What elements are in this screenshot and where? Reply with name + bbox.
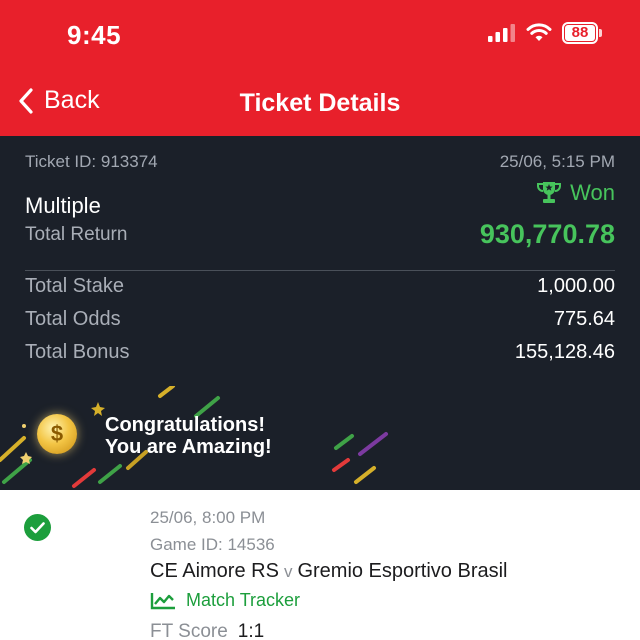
total-return-label: Total Return [25,224,128,245]
battery-icon: 88 [562,22,602,44]
ticket-summary: Ticket ID: 913374 25/06, 5:15 PM Won Mul… [0,136,640,490]
status-icons: 88 [488,22,602,44]
match-teams: CE Aimore RS v Gremio Esportivo Brasil [150,560,508,583]
divider [25,270,615,271]
confetti-decoration [0,386,388,488]
status-time: 9:45 [67,20,122,50]
congrats-banner: $ Congratulations! You are Amazing! [0,386,640,490]
match-tracker-link[interactable]: Match Tracker [150,590,300,611]
congrats-line2: You are Amazing! [105,436,272,458]
status-text: Won [570,180,615,205]
detail-row-stake: Total Stake 1,000.00 [25,275,615,298]
game-id: Game ID: 14536 [150,535,275,554]
wifi-icon [526,23,552,41]
detail-value: 155,128.46 [514,341,615,363]
detail-row-bonus: Total Bonus 155,128.46 [25,341,615,364]
congrats-text: Congratulations! You are Amazing! [105,414,272,458]
ticket-id: Ticket ID: 913374 [25,152,158,171]
status-badge: Won [536,180,615,206]
detail-value: 775.64 [553,308,615,330]
detail-label: Total Bonus [25,341,130,363]
page-title: Ticket Details [239,89,401,117]
app-header: 9:45 88 Back Ticket Details [0,0,640,136]
congrats-line1: Congratulations! [105,414,265,436]
signal-icon [488,24,515,42]
detail-value: 1,000.00 [537,275,615,297]
coin-icon: $ [37,414,77,454]
bet-type: Multiple [25,193,101,218]
trophy-icon [537,182,562,203]
match-datetime: 25/06, 8:00 PM [150,508,266,527]
total-return-value: 930,770.78 [479,219,615,249]
home-team: CE Aimore RS [150,560,279,582]
ticket-meta-row: Ticket ID: 913374 25/06, 5:15 PM [25,152,615,172]
detail-label: Total Odds [25,308,121,330]
versus-label: v [283,562,293,581]
ticket-datetime: 25/06, 5:15 PM [499,152,615,171]
score-value: 1:1 [237,621,265,640]
detail-row-odds: Total Odds 775.64 [25,308,615,331]
selection-card: 25/06, 8:00 PM Game ID: 14536 CE Aimore … [0,490,640,640]
away-team: Gremio Esportivo Brasil [297,560,508,582]
chart-line-icon [150,592,175,609]
score-label: FT Score [150,621,228,640]
ft-score: FT Score 1:1 [150,621,264,640]
detail-label: Total Stake [25,275,124,297]
match-tracker-label: Match Tracker [186,590,301,610]
battery-level: 88 [565,25,595,41]
check-circle-icon [24,514,51,541]
